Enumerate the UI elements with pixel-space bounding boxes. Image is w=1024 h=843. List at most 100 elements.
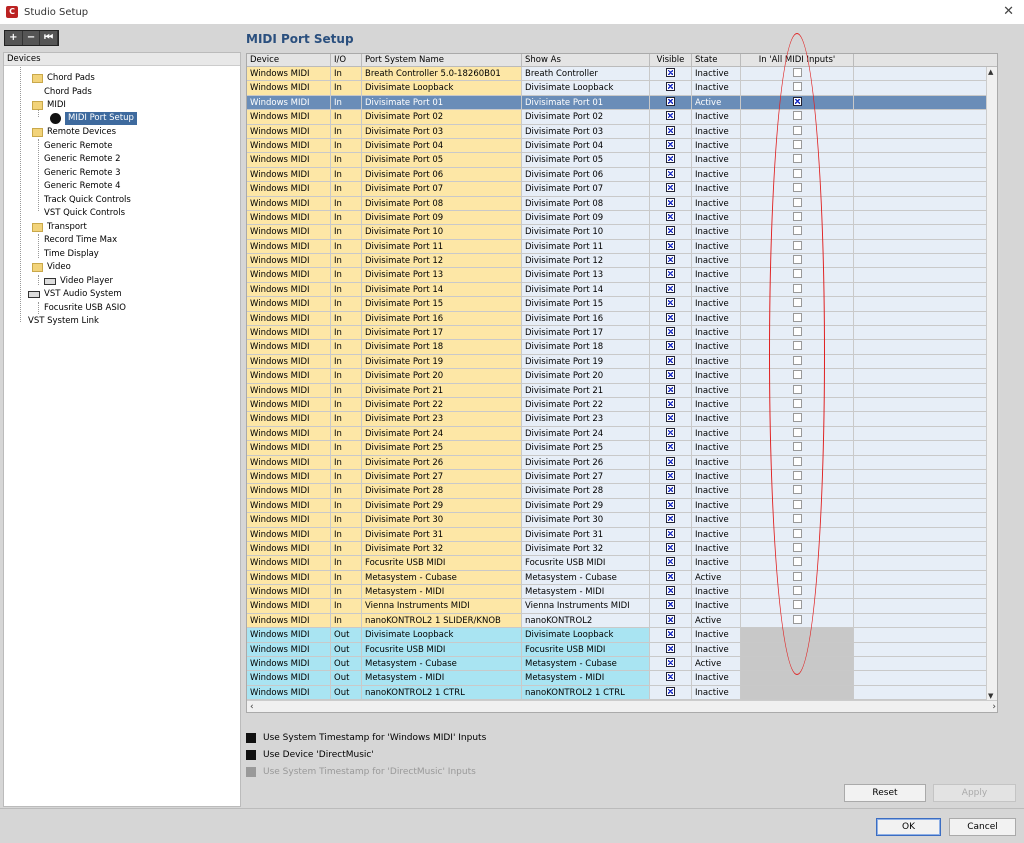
table-row[interactable]: Windows MIDI In Divisimate Port 30 Divisima… bbox=[247, 513, 997, 528]
cell-show-as[interactable]: Divisimate Port 10 bbox=[522, 225, 650, 239]
all-midi-inputs-checkbox[interactable] bbox=[792, 600, 802, 610]
visible-checkbox[interactable] bbox=[666, 571, 675, 581]
cell-show-as[interactable]: Divisimate Port 01 bbox=[522, 95, 650, 110]
col-header-show-as[interactable]: Show As bbox=[522, 54, 650, 66]
table-row[interactable]: Windows MIDI In Divisimate Port 05 Divisima… bbox=[247, 153, 997, 168]
all-midi-inputs-checkbox[interactable] bbox=[792, 355, 802, 365]
visible-checkbox[interactable] bbox=[666, 139, 675, 149]
visible-checkbox[interactable] bbox=[666, 528, 675, 538]
col-header-state[interactable]: State bbox=[692, 54, 741, 66]
visible-checkbox[interactable] bbox=[666, 658, 675, 668]
all-midi-inputs-checkbox[interactable] bbox=[792, 96, 802, 106]
visible-checkbox[interactable] bbox=[666, 398, 675, 408]
all-midi-inputs-checkbox[interactable] bbox=[792, 456, 802, 466]
visible-checkbox[interactable] bbox=[666, 111, 675, 121]
col-header-device[interactable]: Device bbox=[247, 54, 331, 66]
visible-checkbox[interactable] bbox=[666, 485, 675, 495]
cell-show-as[interactable]: Focusrite USB MIDI bbox=[522, 642, 650, 657]
table-row[interactable]: Windows MIDI In Divisimate Port 15 Divisima… bbox=[247, 297, 997, 312]
cell-show-as[interactable]: Divisimate Port 21 bbox=[522, 383, 650, 397]
visible-checkbox[interactable] bbox=[666, 384, 675, 394]
table-row[interactable]: Windows MIDI Out Metasystem - Cubase Metasy… bbox=[247, 657, 997, 672]
table-row[interactable]: Windows MIDI In Divisimate Port 32 Divisima… bbox=[247, 541, 997, 557]
visible-checkbox[interactable] bbox=[666, 643, 675, 653]
table-row[interactable]: Windows MIDI In Divisimate Port 14 Divisima… bbox=[247, 282, 997, 298]
cell-show-as[interactable]: Divisimate Port 14 bbox=[522, 282, 650, 297]
cell-show-as[interactable]: Divisimate Port 02 bbox=[522, 110, 650, 124]
remove-device-button[interactable]: − bbox=[23, 31, 41, 45]
cell-show-as[interactable]: Divisimate Port 32 bbox=[522, 541, 650, 556]
table-row[interactable]: Windows MIDI In Divisimate Port 07 Divisima… bbox=[247, 182, 997, 197]
visible-checkbox[interactable] bbox=[666, 370, 675, 380]
visible-checkbox[interactable] bbox=[666, 514, 675, 524]
table-row[interactable]: Windows MIDI In Divisimate Port 02 Divisima… bbox=[247, 110, 997, 125]
cancel-button[interactable]: Cancel bbox=[949, 818, 1016, 836]
tree-item[interactable]: MIDI Port Setup bbox=[50, 112, 137, 125]
close-icon[interactable]: ✕ bbox=[1003, 4, 1014, 19]
table-row[interactable]: Windows MIDI In Metasystem - MIDI Metasyste… bbox=[247, 585, 997, 600]
ok-button[interactable]: OK bbox=[876, 818, 941, 836]
visible-checkbox[interactable] bbox=[666, 154, 675, 164]
visible-checkbox[interactable] bbox=[666, 82, 675, 92]
tree-item[interactable]: Time Display bbox=[44, 248, 99, 261]
cell-show-as[interactable]: Divisimate Port 28 bbox=[522, 484, 650, 498]
table-row[interactable]: Windows MIDI In Divisimate Port 09 Divisima… bbox=[247, 210, 997, 226]
tree-item[interactable]: Video Player bbox=[44, 275, 113, 288]
all-midi-inputs-checkbox[interactable] bbox=[792, 111, 802, 121]
reset-button[interactable]: Reset bbox=[844, 784, 926, 802]
table-row[interactable]: Windows MIDI In Divisimate Port 26 Divisima… bbox=[247, 455, 997, 470]
visible-checkbox[interactable] bbox=[666, 168, 675, 178]
scroll-up-icon[interactable]: ▲ bbox=[988, 68, 993, 76]
visible-checkbox[interactable] bbox=[666, 413, 675, 423]
cell-show-as[interactable]: Divisimate Port 08 bbox=[522, 196, 650, 210]
tree-item[interactable]: VST Quick Controls bbox=[44, 207, 125, 220]
tree-item[interactable]: Generic Remote bbox=[44, 140, 112, 153]
cell-show-as[interactable]: Metasystem - MIDI bbox=[522, 585, 650, 599]
checkbox-icon[interactable] bbox=[246, 733, 256, 743]
table-row[interactable]: Windows MIDI In Divisimate Port 27 Divisima… bbox=[247, 469, 997, 485]
all-midi-inputs-checkbox[interactable] bbox=[792, 298, 802, 308]
table-row[interactable]: Windows MIDI In Divisimate Port 17 Divisima… bbox=[247, 326, 997, 341]
add-device-button[interactable]: + bbox=[5, 31, 23, 45]
cell-show-as[interactable]: Divisimate Port 20 bbox=[522, 369, 650, 383]
all-midi-inputs-checkbox[interactable] bbox=[792, 370, 802, 380]
all-midi-inputs-checkbox[interactable] bbox=[792, 528, 802, 538]
table-row[interactable]: Windows MIDI In Divisimate Port 20 Divisima… bbox=[247, 369, 997, 384]
cell-show-as[interactable]: Divisimate Port 03 bbox=[522, 124, 650, 138]
all-midi-inputs-checkbox[interactable] bbox=[792, 341, 802, 351]
cell-show-as[interactable]: nanoKONTROL2 bbox=[522, 613, 650, 628]
visible-checkbox[interactable] bbox=[666, 269, 675, 279]
cell-show-as[interactable]: Divisimate Port 24 bbox=[522, 426, 650, 441]
tree-item[interactable]: Record Time Max bbox=[44, 234, 117, 247]
cell-show-as[interactable]: Divisimate Port 31 bbox=[522, 527, 650, 541]
all-midi-inputs-checkbox[interactable] bbox=[792, 384, 802, 394]
table-row[interactable]: Windows MIDI In Focusrite USB MIDI Focusrit… bbox=[247, 556, 997, 571]
cell-show-as[interactable]: Divisimate Loopback bbox=[522, 81, 650, 95]
cell-show-as[interactable]: Breath Controller bbox=[522, 67, 650, 81]
all-midi-inputs-checkbox[interactable] bbox=[792, 542, 802, 552]
visible-checkbox[interactable] bbox=[666, 600, 675, 610]
visible-checkbox[interactable] bbox=[666, 614, 675, 624]
tree-item[interactable]: Video bbox=[32, 261, 71, 274]
visible-checkbox[interactable] bbox=[666, 68, 675, 77]
all-midi-inputs-checkbox[interactable] bbox=[792, 442, 802, 452]
tree-item[interactable]: MIDI bbox=[32, 99, 66, 112]
visible-checkbox[interactable] bbox=[666, 686, 675, 696]
cell-show-as[interactable]: Divisimate Port 12 bbox=[522, 254, 650, 268]
all-midi-inputs-checkbox[interactable] bbox=[792, 240, 802, 250]
all-midi-inputs-checkbox[interactable] bbox=[792, 269, 802, 279]
all-midi-inputs-checkbox[interactable] bbox=[792, 154, 802, 164]
table-row[interactable]: Windows MIDI In Breath Controller 5.0-1826… bbox=[247, 67, 997, 82]
table-row[interactable]: Windows MIDI In Divisimate Port 03 Divisima… bbox=[247, 124, 997, 139]
all-midi-inputs-checkbox[interactable] bbox=[792, 312, 802, 322]
all-midi-inputs-checkbox[interactable] bbox=[792, 125, 802, 135]
col-header-port-system-name[interactable]: Port System Name bbox=[362, 54, 522, 66]
table-row[interactable]: Windows MIDI In Divisimate Port 06 Divisima… bbox=[247, 167, 997, 183]
cell-show-as[interactable]: Divisimate Port 15 bbox=[522, 297, 650, 311]
col-header-visible[interactable]: Visible bbox=[650, 54, 692, 66]
cell-show-as[interactable]: Divisimate Port 17 bbox=[522, 326, 650, 340]
visible-checkbox[interactable] bbox=[666, 283, 675, 293]
cell-show-as[interactable]: Divisimate Port 25 bbox=[522, 441, 650, 455]
table-row[interactable]: Windows MIDI Out nanoKONTROL2 1 CTRL nanoKO… bbox=[247, 685, 997, 701]
tree-item[interactable]: Generic Remote 3 bbox=[44, 167, 121, 180]
